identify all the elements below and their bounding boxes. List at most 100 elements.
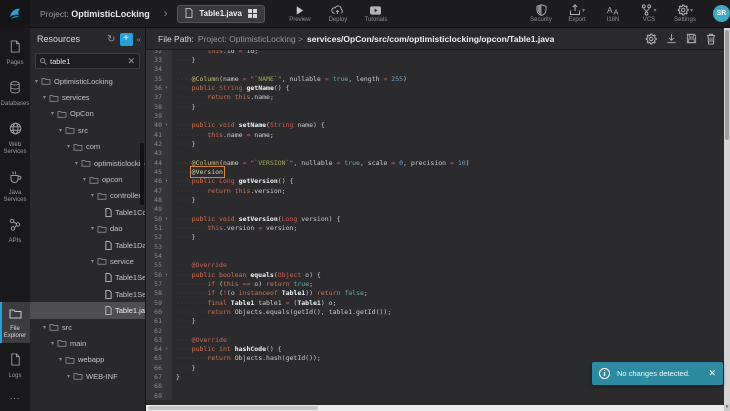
settings-button[interactable]: ▾Settings xyxy=(668,0,702,28)
expand-arrow-icon[interactable]: ▾ xyxy=(89,258,96,265)
line-number[interactable]: 55 xyxy=(146,261,172,270)
code-line[interactable]: ········return this.name; xyxy=(172,93,724,102)
code-line[interactable]: ····@Override xyxy=(172,335,724,344)
line-number[interactable]: 45 xyxy=(146,167,172,176)
code-line[interactable]: ····} xyxy=(172,195,724,204)
code-line[interactable] xyxy=(172,326,724,335)
line-number[interactable]: 52 xyxy=(146,233,172,242)
line-number[interactable]: 40▾ xyxy=(146,121,172,130)
tree-item-com[interactable]: ▾com xyxy=(30,139,145,155)
line-number[interactable]: 47 xyxy=(146,186,172,195)
code-content[interactable]: ········this.id = id;····}····@Column(na… xyxy=(172,50,724,400)
code-line[interactable]: ········return this.version; xyxy=(172,186,724,195)
line-number[interactable]: 49 xyxy=(146,205,172,214)
code-line[interactable]: ····@Override xyxy=(172,261,724,270)
tree-item-table1controller-java[interactable]: Table1Controller.java xyxy=(30,204,145,220)
search-input[interactable] xyxy=(50,57,127,66)
tree-item-src[interactable]: ▾src xyxy=(30,122,145,138)
sidebar-item-databases[interactable]: Databases xyxy=(0,77,30,111)
collapse-panel-icon[interactable]: « xyxy=(137,35,141,44)
code-line[interactable]: ········this.name = name; xyxy=(172,130,724,139)
code-line[interactable]: ········if (this == o) return true; xyxy=(172,279,724,288)
line-number[interactable]: 51 xyxy=(146,223,172,232)
tree-item-main[interactable]: ▾main xyxy=(30,335,145,351)
expand-arrow-icon[interactable]: ▾ xyxy=(49,110,56,117)
trash-icon[interactable] xyxy=(706,33,716,45)
code-line[interactable] xyxy=(172,149,724,158)
code-line[interactable]: ········if (!(o instanceof Table1)) retu… xyxy=(172,289,724,298)
tree-item-table1service-java[interactable]: Table1Service.java xyxy=(30,270,145,286)
code-line[interactable]: ····public Long getVersion() { xyxy=(172,177,724,186)
line-number[interactable]: 63 xyxy=(146,335,172,344)
line-number[interactable]: 54 xyxy=(146,251,172,260)
line-number[interactable]: 38 xyxy=(146,102,172,111)
expand-arrow-icon[interactable]: ▾ xyxy=(49,340,56,347)
editor-horizontal-scrollbar[interactable] xyxy=(146,405,724,411)
sidebar-item-pages[interactable]: Pages xyxy=(0,36,30,70)
gear-icon[interactable] xyxy=(645,33,657,45)
expand-arrow-icon[interactable]: ▾ xyxy=(65,143,72,150)
code-line[interactable] xyxy=(172,242,724,251)
project-breadcrumb[interactable]: Project: OptimisticLocking xyxy=(40,9,150,19)
code-line[interactable] xyxy=(172,205,724,214)
expand-arrow-icon[interactable]: ▾ xyxy=(81,176,88,183)
code-line[interactable]: ····} xyxy=(172,317,724,326)
line-number[interactable]: 67 xyxy=(146,372,172,381)
tutorials-button[interactable]: Tutorials xyxy=(359,0,393,28)
expand-arrow-icon[interactable]: ▾ xyxy=(57,127,64,134)
save-icon[interactable] xyxy=(686,33,697,44)
add-resource-button[interactable]: + xyxy=(120,33,133,46)
deploy-button[interactable]: Deploy xyxy=(321,0,355,28)
tree-item-webapp[interactable]: ▾webapp xyxy=(30,352,145,368)
tree-item-services[interactable]: ▾services xyxy=(30,89,145,105)
code-line[interactable]: ····} xyxy=(172,102,724,111)
line-number[interactable]: 42 xyxy=(146,139,172,148)
app-logo-icon[interactable] xyxy=(0,0,30,28)
line-number[interactable]: 33 xyxy=(146,55,172,64)
line-number[interactable]: 48 xyxy=(146,195,172,204)
sidebar-item-java-services[interactable]: JavaServices xyxy=(0,166,30,207)
line-number[interactable]: 39 xyxy=(146,111,172,120)
tree-item-table1dao-java[interactable]: Table1Dao.java xyxy=(30,237,145,253)
line-number[interactable]: 58 xyxy=(146,289,172,298)
code-line[interactable]: ····public String getName() { xyxy=(172,83,724,92)
security-button[interactable]: Security xyxy=(524,0,558,28)
toast-close-icon[interactable]: ✕ xyxy=(708,368,716,379)
code-line[interactable]: ····} xyxy=(172,55,724,64)
vcs-button[interactable]: ▾VCS xyxy=(632,0,666,28)
resource-search[interactable]: ✕ xyxy=(35,53,140,69)
page-vertical-scrollbar[interactable]: ▾ xyxy=(724,28,730,411)
expand-arrow-icon[interactable]: ▾ xyxy=(73,160,80,167)
tree-item-opcon[interactable]: ▾OpCon xyxy=(30,106,145,122)
line-number[interactable]: 66 xyxy=(146,363,172,372)
preview-button[interactable]: Preview xyxy=(283,0,317,28)
code-line[interactable]: ········return Objects.equals(getId(), t… xyxy=(172,307,724,316)
tab-table1-java[interactable]: Table1.java xyxy=(177,5,265,23)
tree-item-dao[interactable]: ▾dao xyxy=(30,221,145,237)
tree-item-optimisticlocking[interactable]: ▾optimisticlocking xyxy=(30,155,145,171)
sidebar-item-web-services[interactable]: WebServices xyxy=(0,118,30,159)
code-line[interactable]: ····public void setName(String name) { xyxy=(172,121,724,130)
code-line[interactable] xyxy=(172,111,724,120)
sidebar-item-apis[interactable]: APIs xyxy=(0,214,30,248)
code-line[interactable] xyxy=(172,65,724,74)
grid-icon[interactable] xyxy=(248,5,257,23)
line-number[interactable]: 41 xyxy=(146,130,172,139)
line-number[interactable]: 59 xyxy=(146,298,172,307)
tree-item-opcon[interactable]: ▾opcon xyxy=(30,171,145,187)
user-avatar[interactable]: SR xyxy=(713,5,730,22)
line-number[interactable]: 68 xyxy=(146,382,172,391)
sidebar-item-logs[interactable]: Logs xyxy=(0,349,30,383)
expand-arrow-icon[interactable]: ▾ xyxy=(41,324,48,331)
line-number[interactable]: 43 xyxy=(146,149,172,158)
line-number[interactable]: 61 xyxy=(146,317,172,326)
code-line[interactable] xyxy=(172,391,724,400)
code-line[interactable]: ········final Table1 table1 = (Table1) o… xyxy=(172,298,724,307)
tree-item-optimisticlocking[interactable]: ▾OptimisticLocking xyxy=(30,73,145,89)
tree-item-web-inf[interactable]: ▾WEB-INF xyxy=(30,368,145,384)
code-line[interactable]: ····public void setVersion(Long version)… xyxy=(172,214,724,223)
tree-item-controller[interactable]: ▾controller xyxy=(30,188,145,204)
code-editor[interactable]: 3233343536▾37383940▾414243444546▾4748495… xyxy=(146,50,724,405)
line-number[interactable]: 65 xyxy=(146,354,172,363)
sidebar-item-file-explorer[interactable]: FileExplorer xyxy=(0,302,30,343)
